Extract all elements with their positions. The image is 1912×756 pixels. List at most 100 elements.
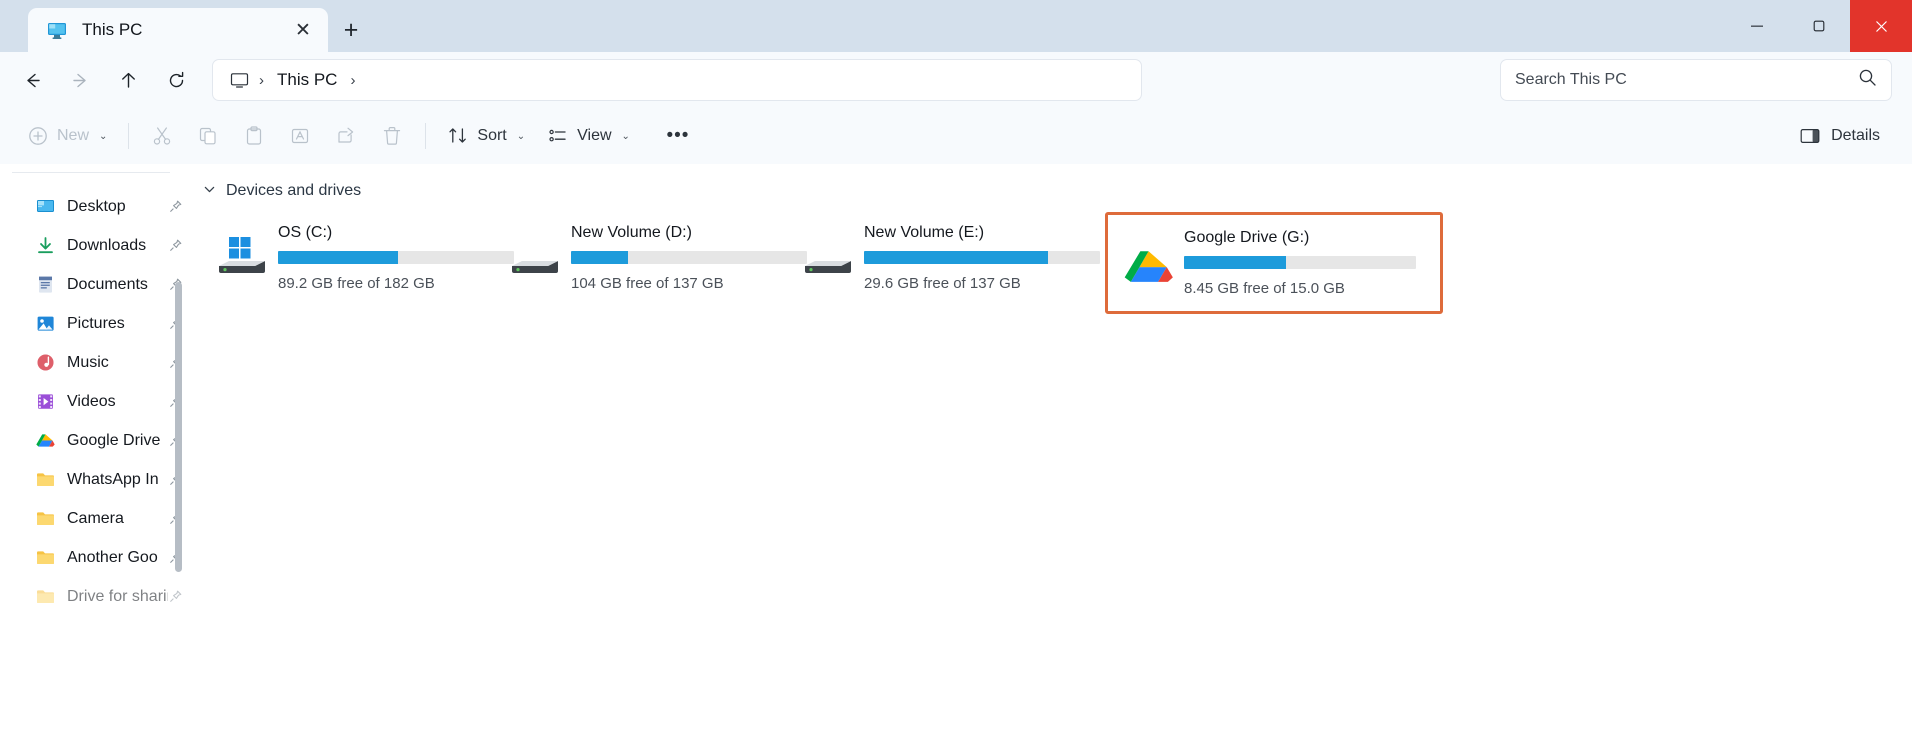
devices-and-drives-group-header[interactable]: Devices and drives xyxy=(188,182,1912,200)
sidebar-item-label: Pictures xyxy=(67,314,125,332)
address-bar-row: › This PC › Search This PC xyxy=(0,52,1912,108)
cut-button[interactable] xyxy=(139,116,185,156)
sidebar-item-google-drive[interactable]: Google Drive xyxy=(0,421,188,460)
search-icon[interactable] xyxy=(1858,68,1877,92)
new-button[interactable]: New ⌄ xyxy=(16,116,118,156)
delete-button[interactable] xyxy=(369,116,415,156)
pin-icon[interactable] xyxy=(168,239,182,252)
folder-icon xyxy=(34,469,56,491)
hdd-icon xyxy=(507,222,565,280)
rename-icon xyxy=(292,128,309,144)
drive-free-space: 8.45 GB free of 15.0 GB xyxy=(1184,280,1345,297)
file-list-pane: Devices and drives OS (C:) 89.2 GB free … xyxy=(188,164,1912,756)
cut-icon xyxy=(154,127,171,145)
breadcrumb-separator-1: › xyxy=(259,71,264,89)
videos-icon xyxy=(34,391,56,413)
drive-usage-bar xyxy=(278,251,514,264)
pin-icon[interactable] xyxy=(168,590,182,603)
drive-usage-bar xyxy=(571,251,807,264)
hdd-icon xyxy=(800,222,858,280)
more-options-button[interactable]: ••• xyxy=(655,116,701,156)
sidebar-item-drive-for-sharing[interactable]: Drive for sharing xyxy=(0,577,188,616)
drive-info: New Volume (D:) 104 GB free of 137 GB xyxy=(571,222,807,292)
body: Desktop Downloads Documents Pictures Mus… xyxy=(0,164,1912,756)
sidebar-item-label: Another Goo xyxy=(67,548,158,566)
google-drive-icon xyxy=(34,430,56,452)
drive-usage-fill xyxy=(278,251,399,264)
google-drive-icon xyxy=(1120,227,1178,291)
new-button-label: New xyxy=(57,127,90,144)
sidebar-item-videos[interactable]: Videos xyxy=(0,382,188,421)
tab-title: This PC xyxy=(82,20,143,39)
breadcrumb-separator-2[interactable]: › xyxy=(350,72,355,89)
close-button[interactable] xyxy=(1850,0,1912,52)
sort-button-label: Sort xyxy=(477,127,507,144)
rename-button[interactable] xyxy=(277,116,323,156)
view-button[interactable]: View ⌄ xyxy=(536,116,641,156)
paste-icon xyxy=(247,126,262,145)
sidebar-scrollbar[interactable] xyxy=(175,282,182,572)
drive-name: New Volume (E:) xyxy=(864,224,985,241)
sidebar-item-downloads[interactable]: Downloads xyxy=(0,226,188,265)
breadcrumb-item-this-pc[interactable]: This PC xyxy=(277,70,337,90)
sidebar-item-pictures[interactable]: Pictures xyxy=(0,304,188,343)
sidebar-item-documents[interactable]: Documents xyxy=(0,265,188,304)
group-title: Devices and drives xyxy=(226,182,362,199)
drive-info: New Volume (E:) 29.6 GB free of 137 GB xyxy=(864,222,1100,292)
music-icon xyxy=(34,352,56,374)
drives-list: OS (C:) 89.2 GB free of 182 GB New Volum… xyxy=(188,212,1912,314)
chevron-down-icon: ⌄ xyxy=(621,130,630,142)
chevron-down-icon: ⌄ xyxy=(516,130,526,142)
sidebar-item-label: WhatsApp In xyxy=(67,470,159,488)
details-button[interactable]: Details xyxy=(1787,116,1892,156)
drive-info: Google Drive (G:) 8.45 GB free of 15.0 G… xyxy=(1184,227,1430,297)
new-tab-button[interactable]: + xyxy=(328,8,374,52)
chevron-down-icon[interactable] xyxy=(202,183,216,199)
maximize-button[interactable] xyxy=(1788,0,1850,52)
drive-item-new-volume-d[interactable]: New Volume (D:) 104 GB free of 137 GB xyxy=(499,212,807,314)
refresh-button[interactable] xyxy=(152,60,200,100)
sidebar-item-label: Drive for sharing xyxy=(67,587,168,605)
drive-item-google-drive-g[interactable]: Google Drive (G:) 8.45 GB free of 15.0 G… xyxy=(1105,212,1443,314)
sidebar-item-whatsapp[interactable]: WhatsApp In xyxy=(0,460,188,499)
copy-button[interactable] xyxy=(185,116,231,156)
tab-this-pc[interactable]: This PC ✕ xyxy=(28,8,328,52)
breadcrumb[interactable]: › This PC › xyxy=(212,59,1142,101)
drive-usage-fill xyxy=(1184,256,1287,269)
sidebar-item-another-google[interactable]: Another Goo xyxy=(0,538,188,577)
sort-button[interactable]: Sort ⌄ xyxy=(436,116,536,156)
sidebar-item-label: Documents xyxy=(67,275,148,293)
pin-icon[interactable] xyxy=(168,200,182,213)
minimize-button[interactable] xyxy=(1726,0,1788,52)
pictures-icon xyxy=(34,313,56,335)
navigation-pane: Desktop Downloads Documents Pictures Mus… xyxy=(0,164,188,756)
close-icon[interactable]: ✕ xyxy=(288,15,318,45)
back-button[interactable] xyxy=(8,60,56,100)
share-button[interactable] xyxy=(323,116,369,156)
details-button-label: Details xyxy=(1831,127,1880,144)
drive-free-space: 89.2 GB free of 182 GB xyxy=(278,275,435,292)
sidebar-item-camera[interactable]: Camera xyxy=(0,499,188,538)
drive-usage-fill xyxy=(864,251,1049,264)
this-pc-icon xyxy=(227,68,251,92)
drive-usage-bar xyxy=(1184,256,1416,269)
sidebar-item-music[interactable]: Music xyxy=(0,343,188,382)
folder-icon xyxy=(34,547,56,569)
command-bar: New ⌄ Sort ⌄ View ⌄ ••• Details xyxy=(0,108,1912,164)
windows-drive-icon xyxy=(214,222,272,280)
drive-item-os-c[interactable]: OS (C:) 89.2 GB free of 182 GB xyxy=(206,212,514,314)
title-bar: This PC ✕ + xyxy=(0,0,1912,52)
view-icon xyxy=(549,129,566,142)
search-input[interactable]: Search This PC xyxy=(1500,59,1892,101)
documents-icon xyxy=(34,274,56,296)
paste-button[interactable] xyxy=(231,116,277,156)
monitor-icon xyxy=(46,19,68,41)
sidebar-item-label: Google Drive xyxy=(67,431,161,449)
drive-free-space: 29.6 GB free of 137 GB xyxy=(864,275,1021,292)
drive-item-new-volume-e[interactable]: New Volume (E:) 29.6 GB free of 137 GB xyxy=(792,212,1100,314)
desktop-icon xyxy=(34,196,56,218)
drive-free-space: 104 GB free of 137 GB xyxy=(571,275,724,292)
sidebar-item-desktop[interactable]: Desktop xyxy=(0,187,188,226)
folder-icon xyxy=(34,508,56,530)
up-button[interactable] xyxy=(104,60,152,100)
